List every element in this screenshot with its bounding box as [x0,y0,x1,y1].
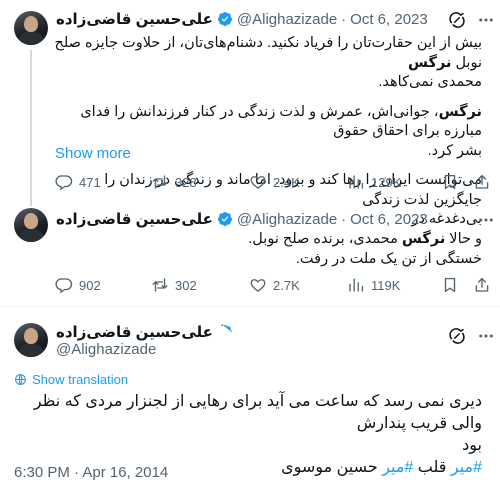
repost-count: 328 [175,174,197,190]
bookmark-icon [444,174,456,190]
share-button[interactable] [473,173,497,191]
author-name-row: علی‌حسین قاضی‌زاده [56,323,233,341]
like-count: 2.7K [273,277,300,293]
tweet-line: نرگس، جوانی‌اش، عمرش و لذت زندگی در کنار… [80,103,482,140]
tweet-1[interactable]: علی‌حسین قاضی‌زاده @Alighazizade · Oct 6… [0,0,500,227]
grok-icon[interactable] [448,11,466,29]
tweet-line: محمدی نمی‌کاهد. [378,74,482,90]
share-button[interactable] [473,276,497,294]
tweet-line: بود [462,437,482,454]
like-button[interactable]: 2.4K [249,173,347,191]
reply-count: 902 [79,277,101,293]
tweet-line: و حالا نرگس محمدی، برنده صلح نوبل. [248,231,482,247]
grok-icon[interactable] [448,327,466,345]
reply-count: 471 [79,174,101,190]
views-button[interactable]: 129K [347,173,441,191]
more-icon[interactable] [477,211,495,229]
share-icon [475,174,489,189]
separator-dot: · [341,10,347,28]
repost-icon [152,278,168,292]
views-icon [349,175,364,189]
show-more-link[interactable]: Show more [55,145,131,162]
bookmark-icon [444,277,456,293]
repost-button[interactable]: 328 [151,173,249,191]
tweet-text: و حالا نرگس محمدی، برنده صلح نوبل. خستگی… [52,230,482,269]
author-handle[interactable]: @Alighazizade [56,341,156,358]
repost-icon [152,175,168,189]
show-translation-link[interactable]: Show translation [14,372,128,387]
translate-icon [15,374,26,385]
tweet-line: بیش از این حقارت‌تان را فریاد نکنید. دشن… [54,35,482,71]
verified-icon [217,212,232,226]
tweet-line: دیری نمی رسد که ساعت می آید برای رهایی ا… [33,393,482,432]
verified-icon [217,12,232,26]
tweet-2[interactable]: علی‌حسین قاضی‌زاده @Alighazizade · Oct 6… [0,198,500,306]
repost-count: 302 [175,277,197,293]
reply-button[interactable]: 471 [55,173,151,191]
like-icon [250,176,266,189]
hashtag-link[interactable]: #میر [382,459,413,476]
tweet-line: خستگی از تن یک ملت در رفت. [295,250,482,267]
tweet-date[interactable]: Oct 6, 2023 [350,11,428,28]
views-button[interactable]: 119K [347,276,441,294]
author-handle[interactable]: @Alighazizade [237,211,337,228]
avatar[interactable] [14,323,48,357]
share-icon [475,277,489,292]
author-name[interactable]: علی‌حسین قاضی‌زاده [56,10,213,28]
author-handle[interactable]: @Alighazizade [237,11,337,28]
author-name[interactable]: علی‌حسین قاضی‌زاده [56,210,213,228]
more-icon[interactable] [477,11,495,29]
tweet-actions: 902 302 2.7K 119K [55,276,497,294]
verified-icon [221,324,232,335]
more-icon[interactable] [477,327,495,345]
tweet-date[interactable]: Oct 6, 2023 [350,211,428,228]
reply-icon [55,175,73,191]
tweet-3-main[interactable]: علی‌حسین قاضی‌زاده @Alighazizade Show tr… [0,307,500,487]
like-icon [250,279,266,292]
repost-button[interactable]: 302 [151,276,249,294]
tweet-actions: 471 328 2.4K 129K [55,173,497,191]
reply-icon [55,278,73,294]
like-button[interactable]: 2.7K [249,276,347,294]
views-count: 129K [371,174,402,190]
thread-line [30,198,32,206]
avatar[interactable] [14,208,48,242]
hashtag-link[interactable]: #میر [451,459,482,476]
views-count: 119K [371,277,401,293]
author-handle-row: @Alighazizade [56,341,156,358]
views-icon [349,278,364,292]
reply-button[interactable]: 902 [55,276,151,294]
tweet-timestamp[interactable]: 6:30 PM · Apr 16, 2014 [14,464,168,481]
bookmark-button[interactable] [441,276,473,294]
separator-dot: · [341,210,347,228]
bookmark-button[interactable] [441,173,473,191]
tweet-header: علی‌حسین قاضی‌زاده @Alighazizade · Oct 6… [56,210,428,229]
thread-line [30,50,32,198]
tweet-header: علی‌حسین قاضی‌زاده @Alighazizade · Oct 6… [56,10,428,29]
avatar[interactable] [14,11,48,45]
like-count: 2.4K [273,174,300,190]
author-name[interactable]: علی‌حسین قاضی‌زاده [56,323,213,341]
